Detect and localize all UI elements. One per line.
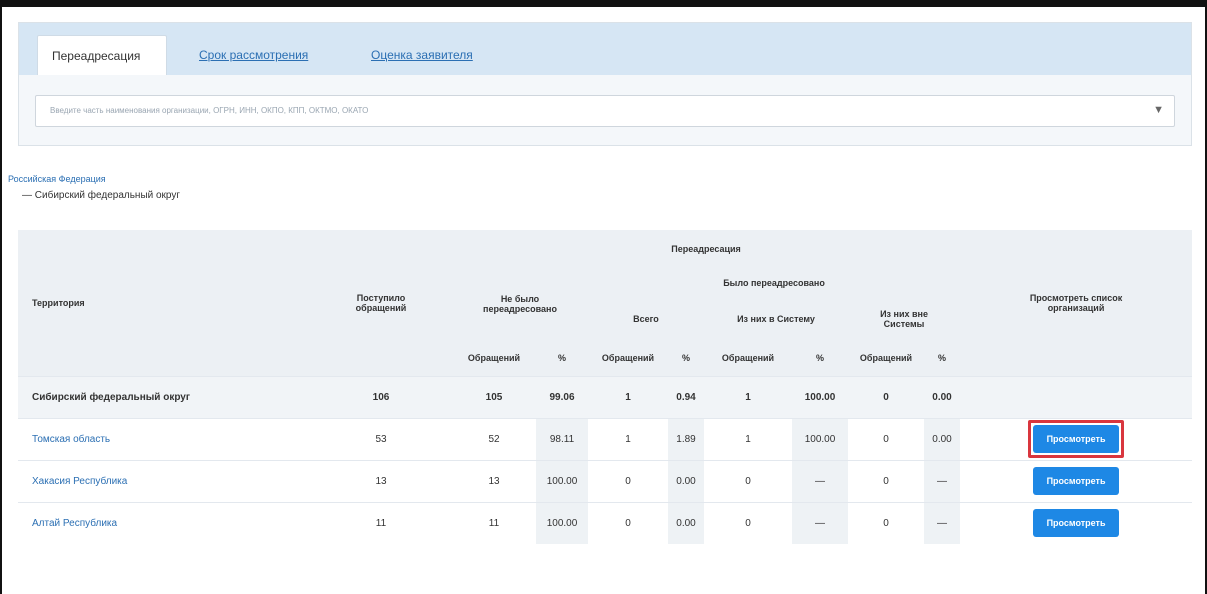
header-view-orgs: Просмотреть список организаций [1029,292,1123,313]
redirected-total-count: 0 [588,459,668,502]
view-cell: Просмотреть [960,459,1193,502]
header-redirection: Переадресация [671,244,741,254]
received-cell: 53 [310,417,452,460]
organization-select-placeholder: Введите часть наименования организации, … [50,106,369,115]
in-system-percent: 100.00 [792,375,848,418]
view-button[interactable]: Просмотреть [1033,509,1120,537]
redirected-total-count: 1 [588,417,668,460]
chevron-down-icon[interactable]: ▼ [1153,104,1164,116]
breadcrumb-root-link[interactable]: Российская Федерация [8,174,106,184]
received-cell: 106 [310,375,452,418]
subheader-requests: Обращений [601,352,655,363]
redirection-table-container: Территория Поступило обращений Переадрес… [18,230,1193,544]
outside-system-percent: — [924,501,961,544]
redirected-total-count: 0 [588,501,668,544]
breadcrumb-current: — Сибирский федеральный округ [22,190,181,201]
header-not-redirected: Не было переадресовано [483,294,557,314]
not-redirected-percent: 100.00 [536,501,588,544]
territory-cell: Сибирский федеральный округ [18,375,310,418]
header-outside-system: Из них вне Системы [880,309,928,329]
table-row: Хакасия Республика 13 13 100.00 0 0.00 0… [18,459,1193,502]
filter-panel: Переадресация Срок рассмотрения Оценка з… [18,22,1192,146]
outside-system-count: 0 [848,417,924,460]
not-redirected-count: 13 [452,459,536,502]
outside-system-percent: 0.00 [924,417,961,460]
in-system-count: 1 [704,417,792,460]
received-cell: 13 [310,459,452,502]
outside-system-count: 0 [848,501,924,544]
subheader-percent: % [681,352,690,363]
redirected-total-percent: 0.94 [668,375,704,418]
subheader-requests: Обращений [721,352,775,363]
redirected-total-count: 1 [588,375,668,418]
not-redirected-percent: 98.11 [536,417,588,460]
tab-redirection[interactable]: Переадресация [37,35,167,75]
table-row-total: Сибирский федеральный округ 106 105 99.0… [18,375,1193,418]
header-total: Всего [633,314,659,324]
territory-link[interactable]: Хакасия Республика [32,476,127,487]
in-system-percent: 100.00 [792,417,848,460]
in-system-count: 0 [704,501,792,544]
table-row: Алтай Республика 11 11 100.00 0 0.00 0 —… [18,501,1193,544]
not-redirected-count: 11 [452,501,536,544]
outside-system-count: 0 [848,459,924,502]
highlight-frame: Просмотреть [1028,420,1125,458]
table-row: Томская область 53 52 98.11 1 1.89 1 100… [18,417,1193,460]
tab-review-period[interactable]: Срок рассмотрения [185,35,347,75]
redirection-table: Территория Поступило обращений Переадрес… [18,230,1193,544]
subheader-requests: Обращений [859,352,913,363]
territory-cell: Алтай Республика [18,501,310,544]
not-redirected-percent: 99.06 [536,375,588,418]
header-territory: Территория [32,297,85,308]
territory-cell: Томская область [18,417,310,460]
tab-bar: Переадресация Срок рассмотрения Оценка з… [19,23,1191,75]
in-system-percent: — [792,501,848,544]
outside-system-percent: — [924,459,961,502]
header-redirected: Было переадресовано [723,278,825,288]
header-received: Поступило обращений [355,292,407,313]
subheader-percent: % [938,352,947,363]
view-button[interactable]: Просмотреть [1033,467,1120,495]
view-cell: Просмотреть [960,501,1193,544]
subheader-percent: % [557,352,566,363]
organization-select[interactable]: Введите часть наименования организации, … [35,95,1175,127]
redirected-total-percent: 1.89 [668,417,704,460]
not-redirected-count: 52 [452,417,536,460]
view-cell: Просмотреть [960,417,1193,460]
view-cell-empty [960,375,1193,418]
outside-system-percent: 0.00 [924,375,961,418]
in-system-count: 0 [704,459,792,502]
subheader-percent: % [815,352,824,363]
not-redirected-percent: 100.00 [536,459,588,502]
in-system-percent: — [792,459,848,502]
header-in-system: Из них в Систему [737,314,815,324]
redirected-total-percent: 0.00 [668,459,704,502]
received-cell: 11 [310,501,452,544]
tab-applicant-rating[interactable]: Оценка заявителя [357,35,505,75]
subheader-requests: Обращений [467,352,521,363]
redirected-total-percent: 0.00 [668,501,704,544]
outside-system-count: 0 [848,375,924,418]
territory-link[interactable]: Алтай Республика [32,518,117,529]
not-redirected-count: 105 [452,375,536,418]
territory-cell: Хакасия Республика [18,459,310,502]
view-button[interactable]: Просмотреть [1033,425,1120,453]
in-system-count: 1 [704,375,792,418]
territory-link[interactable]: Томская область [32,434,110,445]
